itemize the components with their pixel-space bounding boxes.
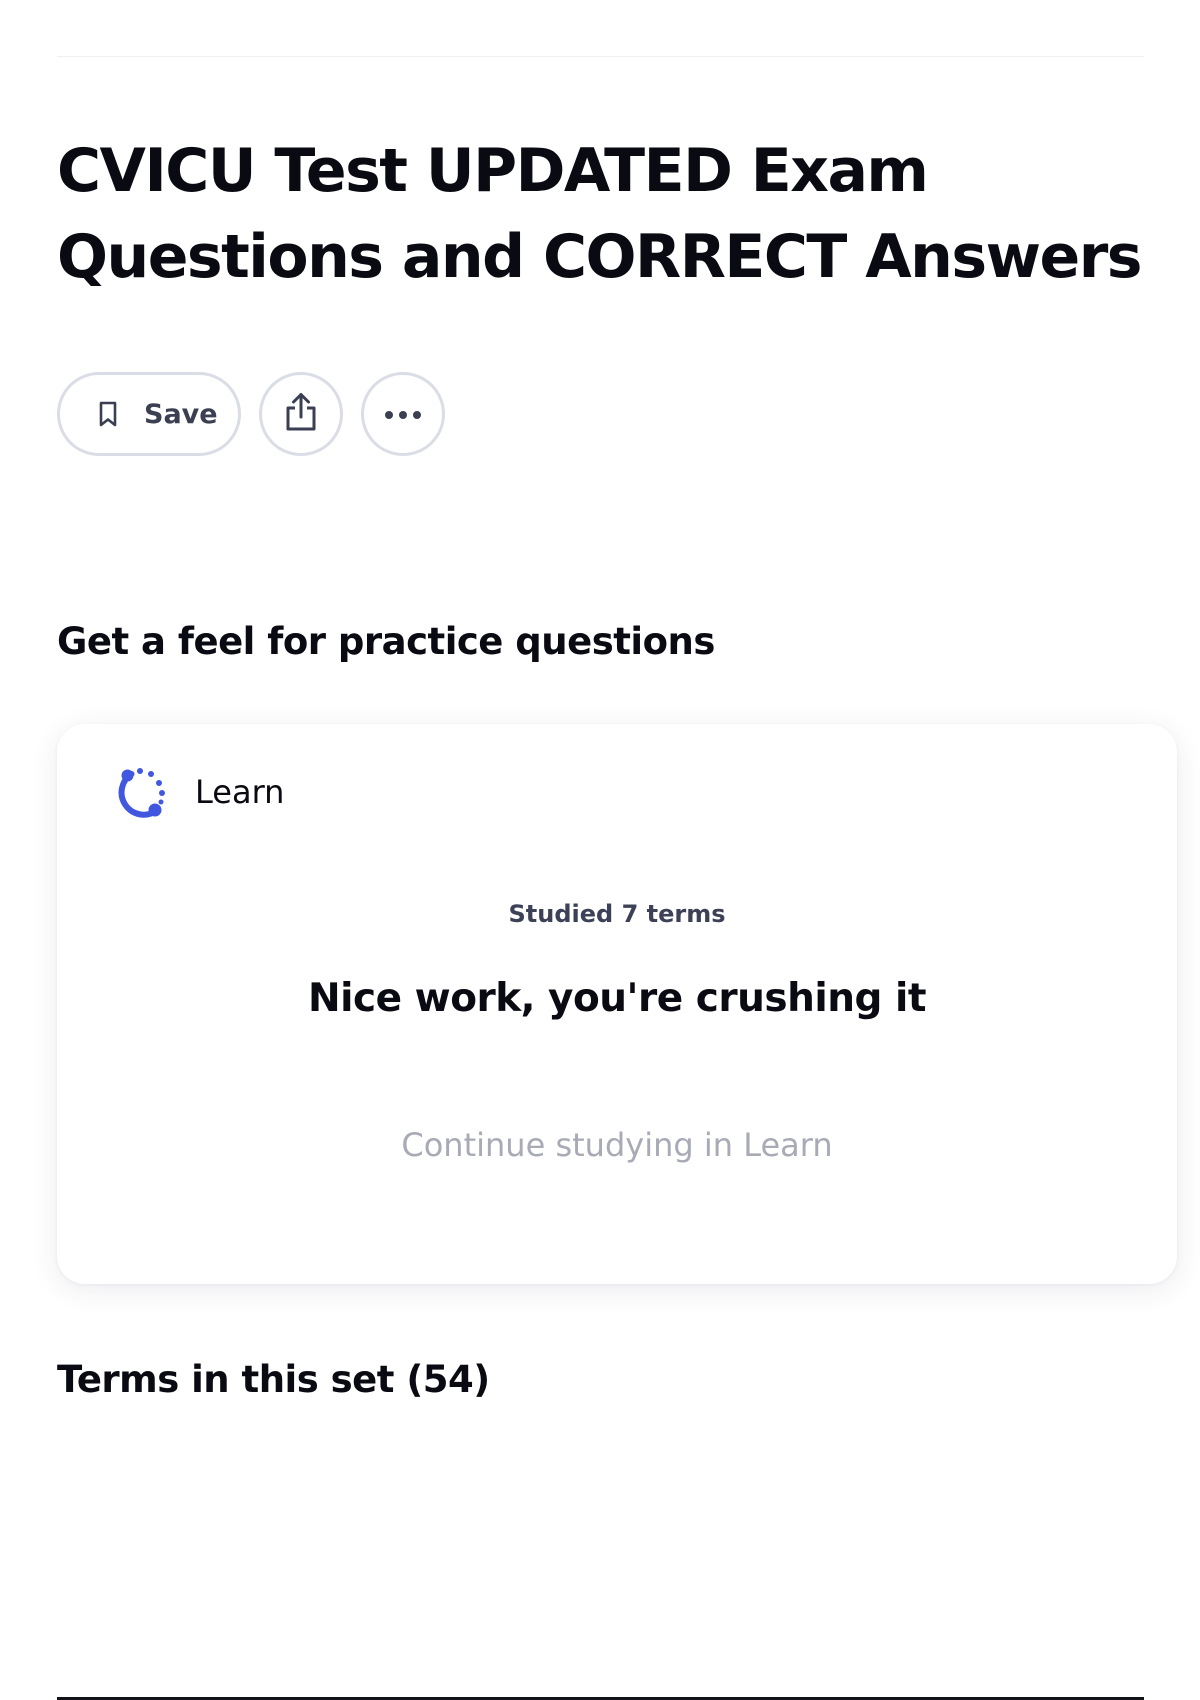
save-button[interactable]: Save <box>57 372 241 456</box>
page-title: CVICU Test UPDATED Exam Questions and CO… <box>57 136 1143 292</box>
learn-card-header: Learn <box>111 762 284 822</box>
share-button[interactable] <box>259 372 343 456</box>
save-button-label: Save <box>144 398 218 430</box>
terms-section-heading: Terms in this set (54) <box>57 1358 490 1401</box>
studied-count: Studied 7 terms <box>508 900 726 928</box>
encouragement-message: Nice work, you're crushing it <box>308 976 926 1021</box>
set-actions: Save <box>57 372 445 456</box>
learn-mode-label: Learn <box>195 773 285 811</box>
more-options-icon <box>383 405 423 424</box>
learn-progress-icon <box>111 762 171 822</box>
learn-card[interactable]: Learn Studied 7 terms Nice work, you're … <box>57 724 1177 1284</box>
top-divider <box>57 56 1144 57</box>
continue-learn-link[interactable]: Continue studying in Learn <box>57 1126 1177 1164</box>
practice-section-heading: Get a feel for practice questions <box>57 620 715 663</box>
bookmark-icon <box>94 398 122 430</box>
share-icon <box>281 390 321 438</box>
more-options-button[interactable] <box>361 372 445 456</box>
